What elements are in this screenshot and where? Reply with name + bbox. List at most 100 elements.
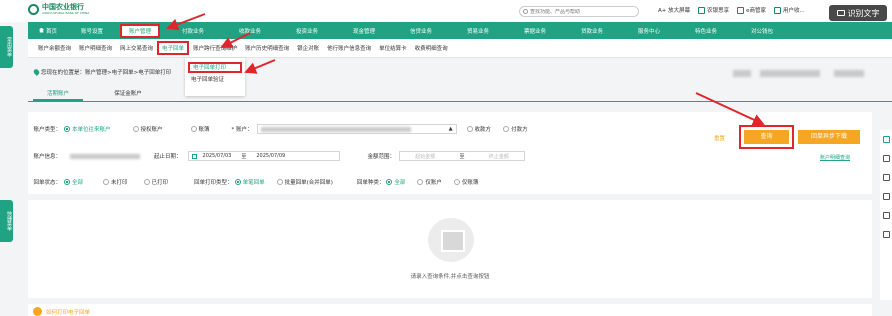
edit-icon[interactable] (882, 174, 890, 181)
sub-balance-query[interactable]: 账户余额查询 (34, 44, 75, 52)
help-strip: 如何打印电子回单 (28, 304, 872, 316)
assistant-icon (698, 6, 706, 14)
nav-account-settings[interactable]: 账号设置 (68, 27, 116, 35)
ocr-button[interactable]: 识别文字 (829, 5, 887, 21)
amount-range-input[interactable]: 起始金额 至 终止金额 (399, 151, 526, 161)
amount-min-input[interactable]: 起始金额 (415, 153, 435, 160)
logo-icon (28, 3, 39, 15)
clock-icon[interactable] (882, 193, 890, 200)
sub-settlement-card[interactable]: 单位结算卡 (375, 44, 411, 52)
radio-single-receipt[interactable]: 单笔回单 (234, 178, 265, 186)
sub-e-receipt[interactable]: 电子回单 (157, 41, 190, 55)
radio-own-account[interactable]: 本单位往来账户 (64, 125, 111, 133)
sub-history-detail[interactable]: 账户历史明细查询 (241, 44, 293, 52)
menu-item-receipt-verify[interactable]: 电子回单验证 (185, 73, 245, 88)
quick-menu-tab[interactable]: 快捷菜单 (0, 200, 13, 242)
doc-icon[interactable] (882, 212, 890, 219)
account-info-label: 账户信息： (33, 154, 61, 160)
nav-home[interactable]: 首页 (28, 27, 68, 35)
nav-bill[interactable]: 票据业务 (506, 27, 564, 35)
nav-receipt[interactable]: 收款业务 (222, 27, 278, 35)
account-type-row: 账户类型： 本单位往来账户 授权账户 账簿 * 账户： ▲ 收款方 付款方 (28, 123, 540, 135)
radio-payee[interactable]: 收款方 (466, 125, 491, 133)
collect-button[interactable]: 用户收... (774, 6, 805, 14)
ocr-icon (836, 10, 845, 16)
nav-loan[interactable]: 贷款业务 (564, 27, 620, 35)
date-to-value: 2025/07/09 (256, 153, 286, 159)
status-row: 回单状态： 全部 未打印 已打印 回单打印类型： 单笔回单 批量回单(合并回单)… (28, 176, 490, 188)
date-range-picker[interactable]: 2025/07/03 至 2025/07/09 (187, 151, 340, 161)
nav-service[interactable]: 服务中心 (620, 27, 678, 35)
radio-kind-ledger[interactable]: 仅账簿 (453, 178, 478, 186)
query-form: 账户类型： 本单位往来账户 授权账户 账簿 * 账户： ▲ 收款方 付款方 重置… (28, 112, 872, 194)
amount-range-label: 金额范围： (367, 154, 396, 160)
nav-credit[interactable]: 信贷业务 (392, 27, 450, 35)
radio-batch-receipt[interactable]: 批量回单(合并回单) (276, 178, 333, 186)
nav-special[interactable]: 特色业务 (678, 27, 734, 35)
bank-logo[interactable]: 中国农业银行 AGRICULTURAL BANK OF CHINA (28, 3, 89, 15)
radio-status-unprinted[interactable]: 未打印 (103, 178, 128, 186)
chat-icon[interactable] (882, 231, 890, 238)
tool-icon[interactable] (882, 136, 890, 143)
masked-user-info (733, 70, 751, 77)
masked-user-info (760, 70, 820, 77)
radio-kind-all[interactable]: 全部 (386, 178, 405, 186)
masked-account (260, 126, 411, 132)
nav-cash[interactable]: 现金管理 (336, 27, 392, 35)
sub-other-bank-info[interactable]: 他行账户信息查询 (323, 44, 375, 52)
sub-reconciliation[interactable]: 银企对账 (293, 44, 323, 52)
collect-icon (774, 6, 782, 14)
query-button[interactable]: 查询 (739, 125, 794, 149)
date-row: 账户信息： 起止日期： 2025/07/03 至 2025/07/09 金额范围… (28, 150, 526, 162)
assistant-button[interactable]: 农银思享 (698, 6, 729, 14)
nav-investment[interactable]: 投资业务 (278, 27, 336, 35)
tab-deposit-account[interactable]: 保证金账户 (103, 88, 153, 101)
nav-wallet[interactable]: 对公钱包 (734, 27, 790, 35)
sub-fee-detail[interactable]: 收费明细查询 (411, 44, 452, 52)
async-download-button[interactable]: 回单异步下载 (798, 130, 860, 144)
search-box[interactable] (519, 6, 639, 17)
chevron-up-icon[interactable]: ▲ (449, 126, 453, 132)
account-select[interactable]: ▲ (256, 124, 457, 134)
amount-max-input[interactable]: 终止金额 (489, 153, 509, 160)
detail-query-link[interactable]: 账户明细查询 (820, 154, 850, 161)
sub-interbank-maintain[interactable]: 账户跨行查询维护 (189, 44, 241, 52)
breadcrumb: 您现在的位置是：账户管理>电子回单>电子回单打印 (32, 68, 171, 76)
help-text[interactable]: 如何打印电子回单 (46, 308, 90, 316)
main-nav: 首页 账号设置 账户管理 付款业务 收款业务 投资业务 现金管理 信贷业务 贸易… (28, 22, 892, 39)
search-input[interactable] (530, 8, 630, 15)
location-icon (32, 68, 41, 76)
nav-payment[interactable]: 付款业务 (164, 27, 222, 35)
headset-icon[interactable] (882, 155, 890, 162)
page: 中国农业银行 AGRICULTURAL BANK OF CHINA A+ 放大屏… (0, 0, 892, 316)
tab-current-account[interactable]: 活期账户 (33, 88, 83, 101)
logo-name: 中国农业银行 (42, 3, 84, 11)
print-type-label: 回单打印类型： (194, 180, 233, 186)
receipt-kind-label: 回单种类： (356, 180, 385, 186)
right-tool-rail (880, 130, 892, 300)
radio-kind-account[interactable]: 仅账户 (417, 178, 442, 186)
calendar-icon[interactable] (191, 153, 197, 159)
radio-ledger[interactable]: 账簿 (190, 125, 210, 133)
radio-status-all[interactable]: 全部 (64, 178, 83, 186)
info-icon (33, 307, 42, 316)
result-area: 请录入查询条件,并点击查询按钮 (28, 200, 872, 298)
sub-online-trade-query[interactable]: 网上交易查询 (116, 44, 157, 52)
empty-box-icon (428, 218, 474, 262)
account-type-label: 账户类型： (33, 127, 61, 133)
sub-detail-query[interactable]: 账户明细查询 (75, 44, 116, 52)
search-icon[interactable] (523, 9, 528, 14)
manager-button[interactable]: e商管家 (737, 6, 766, 14)
common-menu-tab[interactable]: 常用菜单 (0, 26, 13, 68)
radio-authorized-account[interactable]: 授权账户 (132, 125, 163, 133)
reset-button[interactable]: 重置 (714, 134, 725, 142)
date-range-label: 起止日期： (154, 154, 182, 160)
masked-account-info (70, 153, 140, 159)
nav-account-management[interactable]: 账户管理 (120, 23, 160, 38)
sub-nav: 账户余额查询 账户明细查询 网上交易查询 电子回单 账户跨行查询维护 账户历史明… (28, 39, 892, 58)
radio-status-printed[interactable]: 已打印 (143, 178, 168, 186)
nav-trade[interactable]: 贸易业务 (450, 27, 506, 35)
menu-item-receipt-print[interactable]: 电子回单打印 (188, 62, 242, 73)
radio-payer[interactable]: 付款方 (503, 125, 528, 133)
zoom-screen-button[interactable]: A+ 放大屏幕 (658, 6, 690, 14)
